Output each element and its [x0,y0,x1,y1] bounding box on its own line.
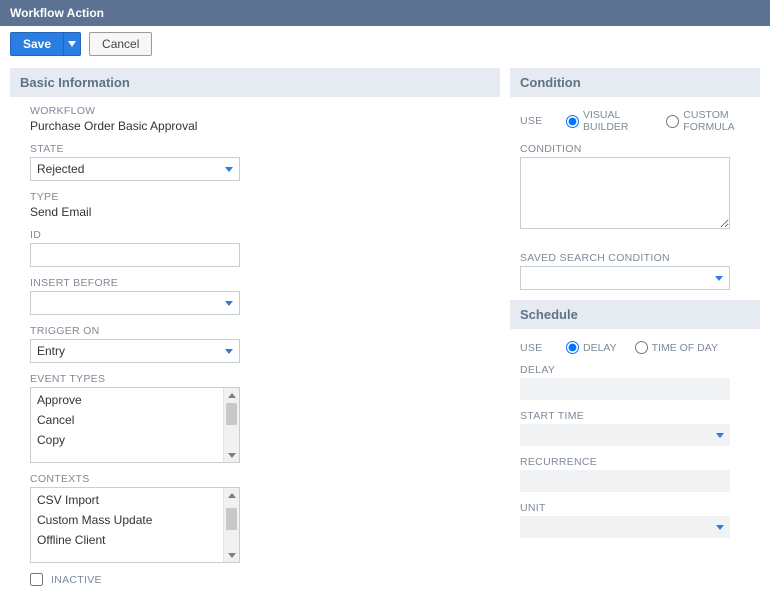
type-value: Send Email [30,205,91,219]
save-button-group: Save [10,32,81,56]
workflow-label: WORKFLOW [30,105,500,117]
list-item[interactable]: Offline Client [31,530,239,550]
visual-builder-option[interactable]: VISUAL BUILDER [566,109,648,133]
condition-use-label: USE [520,115,548,127]
scrollbar[interactable] [223,488,239,562]
custom-formula-option[interactable]: CUSTOM FORMULA [666,109,760,133]
unit-select [520,516,730,538]
scroll-thumb[interactable] [226,403,237,425]
saved-search-condition-label: SAVED SEARCH CONDITION [520,252,760,264]
state-selected-value: Rejected [37,162,84,176]
chevron-down-icon [228,553,236,558]
time-of-day-radio[interactable] [635,341,648,354]
caret-down-icon [716,525,724,530]
delay-option[interactable]: DELAY [566,341,617,354]
scroll-down-button[interactable] [224,448,239,462]
scroll-up-button[interactable] [224,388,239,402]
inactive-checkbox[interactable] [30,573,43,586]
time-of-day-option-label: TIME OF DAY [652,342,718,354]
chevron-down-icon [228,453,236,458]
trigger-on-label: TRIGGER ON [30,325,500,337]
state-select[interactable]: Rejected [30,157,240,181]
page-title: Workflow Action [0,0,770,26]
scrollbar[interactable] [223,388,239,462]
schedule-use-row: USE DELAY TIME OF DAY [520,337,760,364]
id-label: ID [30,229,500,241]
caret-down-icon [715,276,723,281]
condition-use-row: USE VISUAL BUILDER CUSTOM FORMULA [520,105,760,143]
recurrence-field [520,470,730,492]
custom-formula-label: CUSTOM FORMULA [683,109,760,133]
scroll-up-button[interactable] [224,488,239,502]
section-schedule: Schedule [510,300,760,329]
id-input[interactable] [30,243,240,267]
state-label: STATE [30,143,500,155]
workflow-value: Purchase Order Basic Approval [30,119,197,133]
section-condition: Condition [510,68,760,97]
delay-label: DELAY [520,364,760,376]
saved-search-condition-select[interactable] [520,266,730,290]
insert-before-select[interactable] [30,291,240,315]
delay-option-label: DELAY [583,342,617,354]
save-button[interactable]: Save [10,32,63,56]
delay-field [520,378,730,400]
contexts-label: CONTEXTS [30,473,500,485]
chevron-up-icon [228,393,236,398]
recurrence-label: RECURRENCE [520,456,760,468]
list-item[interactable]: Copy [31,430,239,450]
section-basic-information: Basic Information [10,68,500,97]
toolbar: Save Cancel [0,26,770,62]
caret-down-icon [225,301,233,306]
contexts-items: CSV Import Custom Mass Update Offline Cl… [31,488,239,552]
type-label: TYPE [30,191,500,203]
cancel-button[interactable]: Cancel [89,32,152,56]
time-of-day-option[interactable]: TIME OF DAY [635,341,718,354]
chevron-up-icon [228,493,236,498]
caret-down-icon [225,349,233,354]
caret-down-icon [68,41,76,47]
event-types-label: EVENT TYPES [30,373,500,385]
delay-radio[interactable] [566,341,579,354]
list-item[interactable]: Custom Mass Update [31,510,239,530]
trigger-on-select[interactable]: Entry [30,339,240,363]
insert-before-label: INSERT BEFORE [30,277,500,289]
visual-builder-label: VISUAL BUILDER [583,109,648,133]
unit-label: UNIT [520,502,760,514]
save-dropdown-toggle[interactable] [63,32,81,56]
caret-down-icon [225,167,233,172]
inactive-label: INACTIVE [51,574,102,586]
caret-down-icon [716,433,724,438]
event-types-listbox[interactable]: Approve Cancel Copy [30,387,240,463]
start-time-select [520,424,730,446]
trigger-on-selected-value: Entry [37,344,65,358]
contexts-listbox[interactable]: CSV Import Custom Mass Update Offline Cl… [30,487,240,563]
scroll-thumb[interactable] [226,508,237,530]
condition-textarea[interactable] [520,157,730,229]
schedule-use-label: USE [520,342,548,354]
event-types-items: Approve Cancel Copy [31,388,239,452]
list-item[interactable]: CSV Import [31,490,239,510]
visual-builder-radio[interactable] [566,115,579,128]
start-time-label: START TIME [520,410,760,422]
scroll-down-button[interactable] [224,548,239,562]
condition-label: CONDITION [520,143,760,155]
custom-formula-radio[interactable] [666,115,679,128]
list-item[interactable]: Cancel [31,410,239,430]
list-item[interactable]: Approve [31,390,239,410]
